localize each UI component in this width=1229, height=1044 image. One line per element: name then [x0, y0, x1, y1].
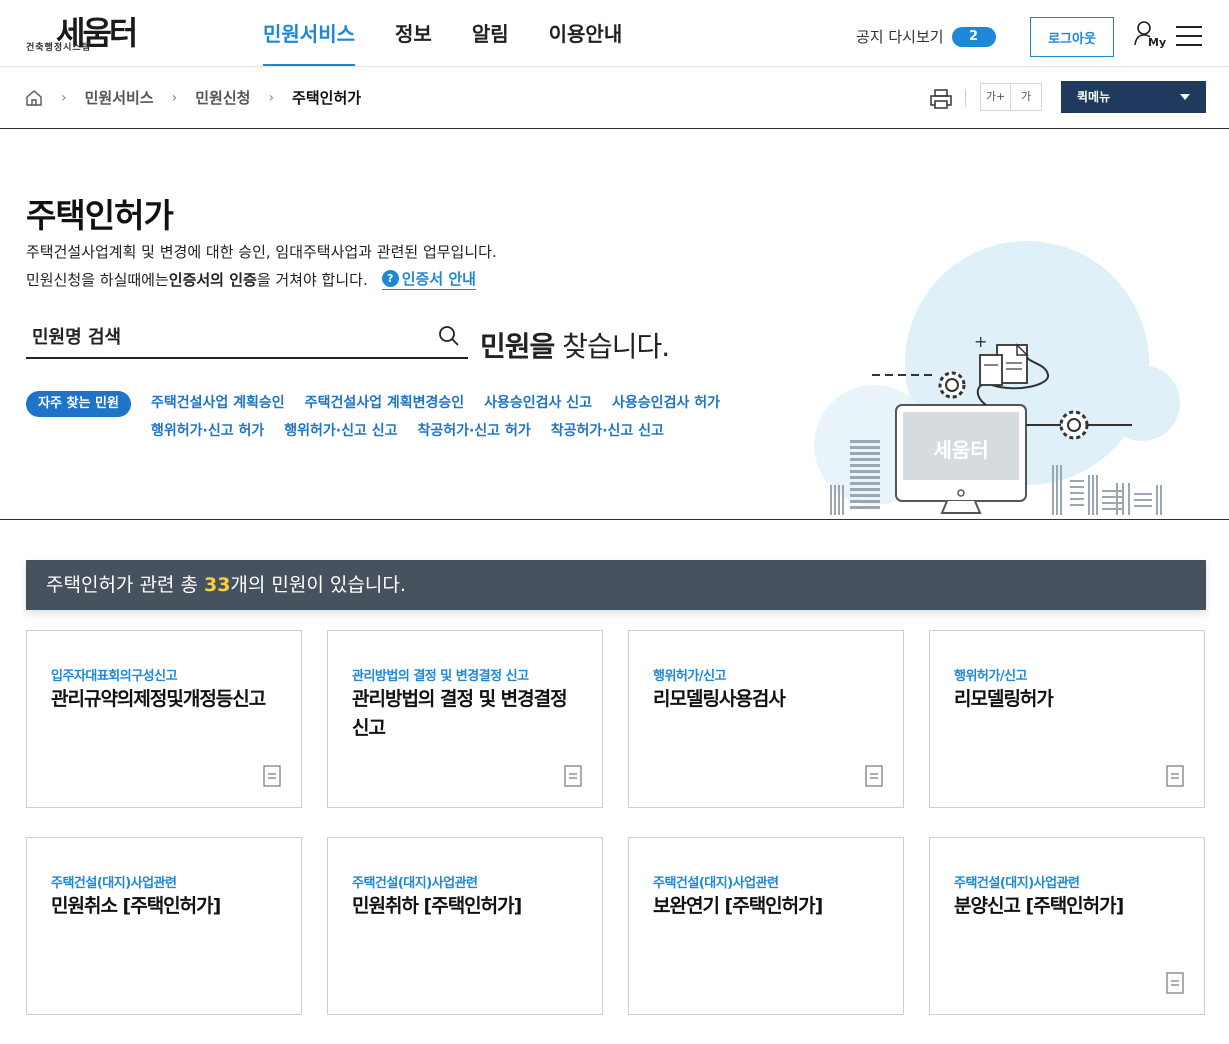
nav-civil-service[interactable]: 민원서비스 [263, 18, 355, 66]
caret-down-icon [1180, 94, 1190, 100]
hero-section: 주택인허가 주택건설사업계획 및 변경에 대한 승인, 임대주택사업과 관련된 … [0, 129, 1229, 520]
font-decrease-button[interactable]: 가 [1011, 83, 1042, 111]
card-title: 분양신고 [주택인허가] [954, 895, 1124, 917]
quickmenu-label: 퀵메뉴 [1077, 90, 1111, 104]
frequent-link[interactable]: 행위허가·신고 신고 [284, 420, 397, 440]
card-category: 행위허가/신고 [954, 669, 1028, 684]
service-card[interactable]: 관리방법의 결정 및 변경결정 신고 관리방법의 결정 및 변경결정 신고 [327, 630, 603, 808]
card-category: 행위허가/신고 [653, 669, 727, 684]
search-box [26, 319, 468, 359]
frequent-link[interactable]: 착공허가·신고 허가 [417, 420, 530, 440]
civil-service-card-grid: 입주자대표회의구성신고 관리규약의제정및개정등신고 관리방법의 결정 및 변경결… [26, 630, 1206, 1015]
service-card[interactable]: 주택건설(대지)사업관련 보완연기 [주택인허가] [628, 837, 904, 1015]
logo-subtitle: 건축행정시스템 [26, 43, 91, 53]
description-text-bold: 인증서의 인증 [168, 270, 257, 289]
description-line-2: 민원신청을 하실때에는 인증서의 인증 을 거쳐야 합니다. ? 인증서 안내 [26, 268, 476, 290]
search-slogan: 민원을 찾습니다. [480, 325, 670, 365]
top-header: 세움터 건축행정시스템 민원서비스 정보 알림 이용안내 공지 다시보기 2 로… [0, 0, 1229, 67]
result-summary-bar: 주택인허가 관련 총 33개의 민원이 있습니다. [26, 560, 1206, 610]
card-category: 입주자대표회의구성신고 [51, 669, 178, 684]
description-line-1: 주택건설사업계획 및 변경에 대한 승인, 임대주택사업과 관련된 업무입니다. [26, 243, 497, 261]
card-category: 주택건설(대지)사업관련 [653, 876, 779, 891]
frequent-link[interactable]: 행위허가·신고 허가 [151, 420, 264, 440]
notice-replay-label: 공지 다시보기 [856, 28, 944, 46]
breadcrumb: › 민원서비스 › 민원신청 › 주택인허가 [25, 87, 361, 108]
notice-count-badge: 2 [951, 26, 996, 47]
service-card[interactable]: 입주자대표회의구성신고 관리규약의제정및개정등신고 [26, 630, 302, 808]
search-input[interactable] [26, 319, 426, 355]
site-logo[interactable]: 세움터 건축행정시스템 [26, 10, 166, 56]
description-text-c: 을 거쳐야 합니다. [256, 270, 368, 289]
my-page-icon[interactable]: My [1134, 20, 1168, 54]
document-icon[interactable] [1166, 972, 1184, 994]
gear-icon [938, 371, 966, 399]
frequent-link[interactable]: 착공허가·신고 신고 [551, 420, 664, 440]
divider [965, 89, 966, 107]
frequent-link[interactable]: 주택건설사업 계획변경승인 [305, 392, 464, 412]
font-increase-button[interactable]: 가+ [980, 83, 1011, 111]
service-card[interactable]: 행위허가/신고 리모델링허가 [929, 630, 1205, 808]
card-title: 리모델링사용검사 [653, 688, 786, 710]
card-title: 관리규약의제정및개정등신고 [51, 688, 266, 710]
bg-circle-small [1104, 365, 1180, 441]
card-category: 관리방법의 결정 및 변경결정 신고 [352, 669, 529, 684]
print-icon[interactable] [929, 87, 953, 111]
breadcrumb-bar: › 민원서비스 › 민원신청 › 주택인허가 가+ 가 퀵메뉴 [0, 67, 1229, 129]
notice-replay[interactable]: 공지 다시보기 2 [856, 26, 996, 47]
card-title: 리모델링허가 [954, 688, 1054, 710]
quickmenu-dropdown[interactable]: 퀵메뉴 [1061, 81, 1206, 113]
hero-illustration: 세움터 + [814, 241, 1180, 515]
page-title: 주택인허가 [26, 196, 174, 235]
card-title: 관리방법의 결정 및 변경결정 신고 [352, 688, 568, 739]
document-icon[interactable] [564, 765, 582, 787]
document-icon[interactable] [1166, 765, 1184, 787]
breadcrumb-item-application[interactable]: 민원신청 [195, 87, 250, 108]
frequent-label-badge: 자주 찾는 민원 [26, 391, 131, 417]
certificate-guide-label: 인증서 안내 [401, 270, 476, 288]
logout-button[interactable]: 로그아웃 [1030, 17, 1114, 57]
nav-info[interactable]: 정보 [395, 18, 432, 66]
service-card[interactable]: 주택건설(대지)사업관련 민원취하 [주택인허가] [327, 837, 603, 1015]
chevron-right-icon: › [268, 89, 275, 106]
monitor-screen-text: 세움터 [933, 438, 988, 462]
nav-guide[interactable]: 이용안내 [549, 18, 623, 66]
card-category: 주택건설(대지)사업관련 [51, 876, 177, 891]
plus-icon: + [974, 332, 987, 351]
service-card[interactable]: 주택건설(대지)사업관련 분양신고 [주택인허가] [929, 837, 1205, 1015]
slogan-rest: 찾습니다. [554, 330, 670, 363]
frequent-link[interactable]: 사용승인검사 허가 [612, 392, 720, 412]
card-category: 주택건설(대지)사업관련 [954, 876, 1080, 891]
description-text-a: 민원신청을 하실때에는 [26, 270, 169, 289]
logo-bar-shape [136, 26, 158, 48]
card-title: 보완연기 [주택인허가] [653, 895, 823, 917]
certificate-guide-link[interactable]: ? 인증서 안내 [381, 268, 476, 290]
breadcrumb-item-civil-service[interactable]: 민원서비스 [85, 87, 154, 108]
service-card[interactable]: 행위허가/신고 리모델링사용검사 [628, 630, 904, 808]
frequent-links: 주택건설사업 계획승인 주택건설사업 계획변경승인 사용승인검사 신고 사용승인… [151, 392, 791, 440]
result-prefix: 주택인허가 관련 총 [46, 574, 204, 596]
result-count: 33 [203, 574, 231, 596]
slogan-bold: 민원을 [480, 330, 555, 363]
gear-icon [1059, 410, 1089, 440]
main-nav: 민원서비스 정보 알림 이용안내 [263, 18, 622, 66]
hamburger-menu-icon[interactable] [1176, 26, 1202, 46]
result-suffix: 개의 민원이 있습니다. [230, 574, 406, 596]
nav-notice[interactable]: 알림 [472, 18, 509, 66]
chevron-right-icon: › [171, 89, 178, 106]
document-icon[interactable] [263, 765, 281, 787]
card-title: 민원취소 [주택인허가] [51, 895, 221, 917]
document-icon[interactable] [865, 765, 883, 787]
breadcrumb-item-current: 주택인허가 [292, 89, 362, 107]
service-card[interactable]: 주택건설(대지)사업관련 민원취소 [주택인허가] [26, 837, 302, 1015]
frequent-link[interactable]: 주택건설사업 계획승인 [151, 392, 285, 412]
card-title: 민원취하 [주택인허가] [352, 895, 522, 917]
chevron-right-icon: › [61, 89, 67, 106]
font-size-controls: 가+ 가 [980, 83, 1042, 111]
frequent-link[interactable]: 사용승인검사 신고 [484, 392, 592, 412]
search-icon[interactable] [438, 325, 460, 347]
my-label: My [1148, 36, 1167, 49]
card-category: 주택건설(대지)사업관련 [352, 876, 478, 891]
question-icon: ? [381, 270, 399, 287]
home-icon[interactable] [25, 89, 43, 107]
